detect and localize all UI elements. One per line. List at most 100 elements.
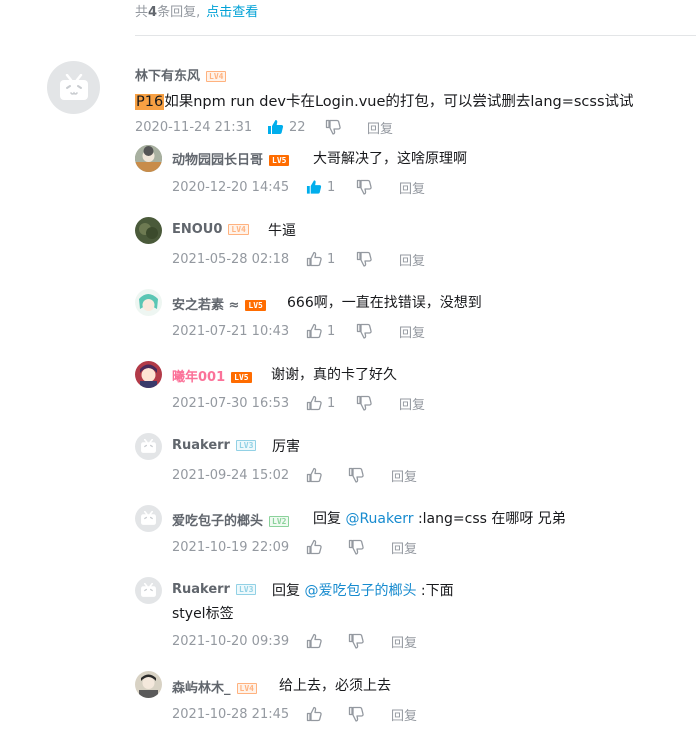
view-replies-link[interactable]: 点击查看 xyxy=(206,5,258,20)
reply-body: :下面 xyxy=(416,583,454,599)
thumbs-up-icon xyxy=(268,120,284,134)
thumbs-up-icon xyxy=(306,633,322,649)
like-count: 1 xyxy=(327,179,336,195)
avatar[interactable] xyxy=(135,505,162,532)
level-badge: LV5 xyxy=(269,155,290,166)
thumbs-down-icon xyxy=(356,251,372,267)
reply-button[interactable]: 回复 xyxy=(399,322,425,341)
thumbs-up-icon xyxy=(306,467,322,483)
like-button[interactable]: 1 xyxy=(306,395,356,411)
reply-text: 牛逼 xyxy=(268,223,296,239)
thumbs-down-icon xyxy=(356,323,372,339)
username-text[interactable]: 森屿林木_ xyxy=(172,681,231,696)
like-count: 1 xyxy=(327,251,336,267)
reply-button[interactable]: 回复 xyxy=(399,178,425,197)
reply-time: 2021-10-19 22:09 xyxy=(172,539,290,555)
reply-button[interactable]: 回复 xyxy=(391,705,417,724)
reply-meta: 2021-10-20 09:39 回复 xyxy=(172,632,417,651)
avatar[interactable] xyxy=(135,361,162,388)
bilibili-tv-icon xyxy=(135,577,162,604)
thumbs-down-icon xyxy=(348,539,364,555)
comment-time: 2020-11-24 21:31 xyxy=(135,119,253,135)
reply-meta: 2020-12-20 14:45 1 回复 xyxy=(172,178,425,197)
thumbs-up-icon xyxy=(306,539,322,555)
reply-text: 大哥解决了，这啥原理啊 xyxy=(313,151,467,167)
reply-button[interactable]: 回复 xyxy=(391,632,417,651)
like-button[interactable]: 22 xyxy=(267,119,325,135)
reply-username[interactable]: 森屿林木_ LV4 xyxy=(172,677,257,696)
like-button[interactable] xyxy=(306,706,348,722)
thumbs-down-icon xyxy=(348,467,364,483)
dislike-button[interactable] xyxy=(356,323,399,339)
reply-button[interactable]: 回复 xyxy=(367,118,393,137)
avatar[interactable] xyxy=(135,217,162,244)
reply-button[interactable]: 回复 xyxy=(391,466,417,485)
like-button[interactable]: 1 xyxy=(306,323,356,339)
thumbs-down-icon xyxy=(356,179,372,195)
episode-tag[interactable]: P16 xyxy=(135,94,165,110)
like-button[interactable] xyxy=(306,467,348,483)
like-button[interactable] xyxy=(306,539,348,555)
reply-meta: 2021-07-30 16:53 1 回复 xyxy=(172,394,425,413)
username-text[interactable]: ENOU0 xyxy=(172,222,222,237)
thumbs-up-icon xyxy=(306,323,322,339)
dislike-button[interactable] xyxy=(356,179,399,195)
reply-username[interactable]: ENOU0 LV4 xyxy=(172,222,249,237)
username-text[interactable]: 爱吃包子的榔头 xyxy=(172,514,263,529)
reply-button[interactable]: 回复 xyxy=(391,538,417,557)
username-text[interactable]: Ruakerr xyxy=(172,438,230,453)
reply-username[interactable]: 爱吃包子的榔头 LV2 xyxy=(172,510,290,529)
comment-body: 如果npm run dev卡在Login.vue的打包，可以尝试删去lang=s… xyxy=(164,94,634,110)
mention-link[interactable]: @Ruakerr xyxy=(345,511,413,527)
comment-meta: 2020-11-24 21:31 22 回复 xyxy=(135,118,393,137)
avatar[interactable] xyxy=(47,61,100,114)
mention-link[interactable]: @爱吃包子的榔头 xyxy=(304,583,416,599)
like-button[interactable]: 1 xyxy=(306,179,356,195)
reply-text-line2: styel标签 xyxy=(172,606,234,622)
thumbs-up-icon xyxy=(306,706,322,722)
reply-button[interactable]: 回复 xyxy=(399,394,425,413)
like-button[interactable]: 1 xyxy=(306,251,356,267)
dislike-button[interactable] xyxy=(356,395,399,411)
avatar[interactable] xyxy=(135,145,162,172)
reply-meta: 2021-09-24 15:02 回复 xyxy=(172,466,417,485)
comment-username[interactable]: 林下有东风 LV4 xyxy=(135,65,227,84)
dislike-button[interactable] xyxy=(348,706,391,722)
avatar[interactable] xyxy=(135,433,162,460)
dislike-button[interactable] xyxy=(348,633,391,649)
level-badge: LV2 xyxy=(269,516,290,527)
reply-username[interactable]: 安之若素 ≈ LV5 xyxy=(172,294,266,313)
username-text[interactable]: Ruakerr xyxy=(172,582,230,597)
divider xyxy=(135,35,696,36)
reply-body: :lang=css 在哪呀 兄弟 xyxy=(413,511,566,527)
reply-username[interactable]: Ruakerr LV3 xyxy=(172,582,257,597)
reply-username[interactable]: Ruakerr LV3 xyxy=(172,438,257,453)
reply-username[interactable]: 动物园园长日哥 LV5 xyxy=(172,149,290,168)
level-badge: LV3 xyxy=(235,584,257,595)
reply-button[interactable]: 回复 xyxy=(399,250,425,269)
username-text[interactable]: 动物园园长日哥 xyxy=(172,153,263,168)
thumbs-down-icon xyxy=(356,395,372,411)
reply-prefix: 回复 xyxy=(272,583,305,599)
dislike-button[interactable] xyxy=(348,467,391,483)
dislike-button[interactable] xyxy=(325,119,367,135)
reply-meta: 2021-10-19 22:09 回复 xyxy=(172,538,417,557)
thumbs-down-icon xyxy=(348,706,364,722)
dislike-button[interactable] xyxy=(348,539,391,555)
bilibili-tv-icon xyxy=(135,505,162,532)
username-text[interactable]: 曦年001 xyxy=(172,370,225,385)
avatar[interactable] xyxy=(135,289,162,316)
avatar[interactable] xyxy=(135,671,162,698)
reply-username[interactable]: 曦年001 LV5 xyxy=(172,366,252,385)
comment-text: P16如果npm run dev卡在Login.vue的打包，可以尝试删去lan… xyxy=(135,90,634,111)
level-badge: LV3 xyxy=(235,440,257,451)
username-text[interactable]: 林下有东风 xyxy=(135,69,200,84)
username-text[interactable]: 安之若素 ≈ xyxy=(172,298,239,313)
reply-text: 666啊，一直在找错误，没想到 xyxy=(287,295,482,311)
avatar[interactable] xyxy=(135,577,162,604)
level-badge: LV4 xyxy=(236,683,257,694)
like-button[interactable] xyxy=(306,633,348,649)
reply-meta: 2021-05-28 02:18 1 回复 xyxy=(172,250,425,269)
reply-time: 2021-10-20 09:39 xyxy=(172,633,290,649)
dislike-button[interactable] xyxy=(356,251,399,267)
